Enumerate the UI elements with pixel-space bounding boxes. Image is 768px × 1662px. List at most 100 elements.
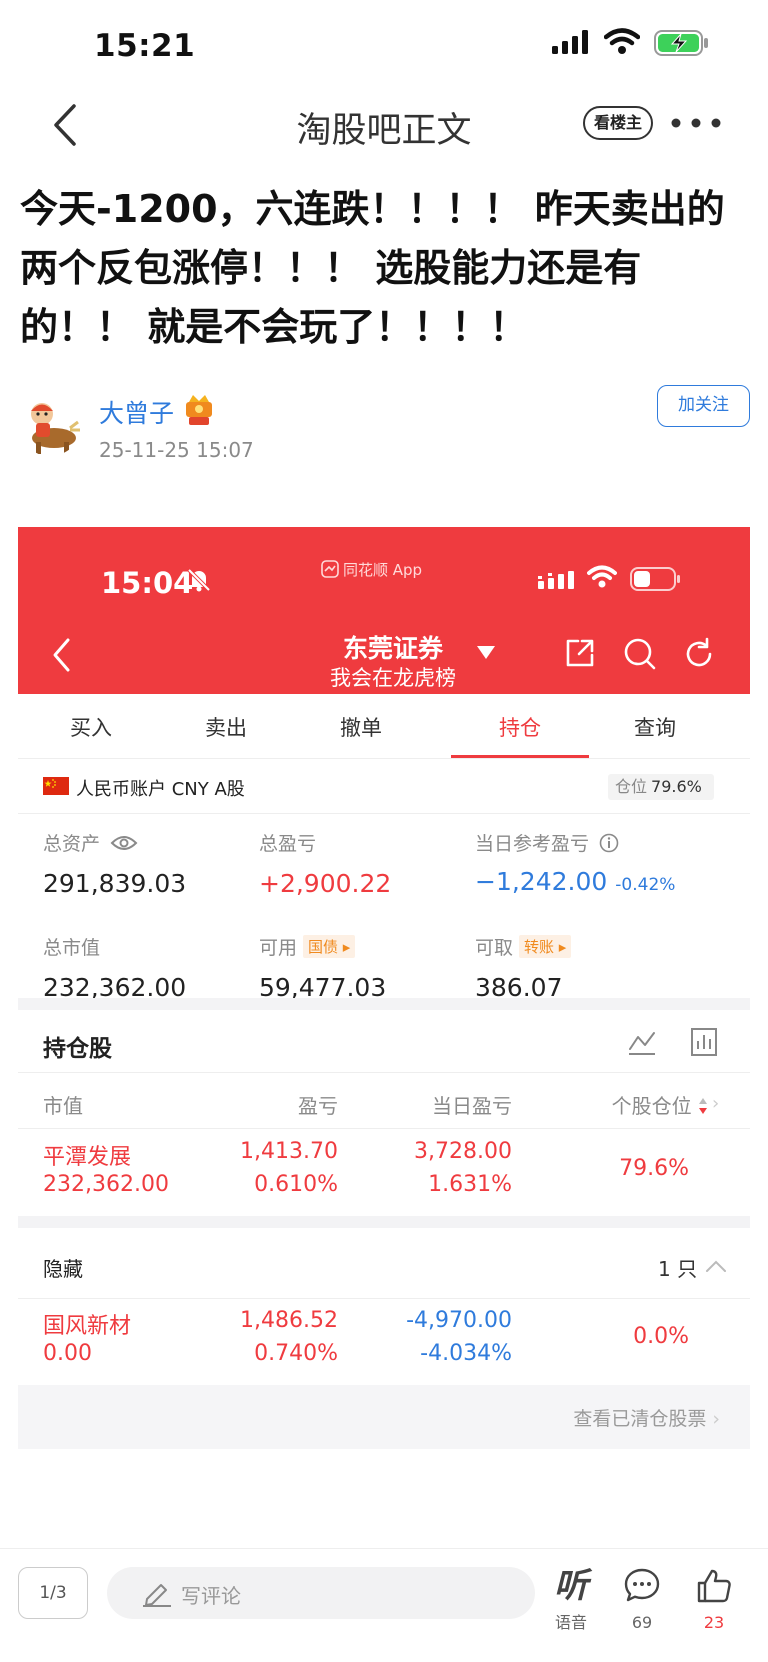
stock-day-pl-percent: -4.034% <box>420 1341 512 1366</box>
china-flag-icon <box>43 777 69 795</box>
screenshot-back-icon[interactable] <box>50 637 74 673</box>
battery-icon <box>630 567 680 591</box>
stock-pl: 1,413.70 <box>240 1139 338 1164</box>
col-day-pl: 当日盈亏 <box>432 1094 512 1118</box>
signal-icon <box>538 571 574 589</box>
stock-market-value: 232,362.00 <box>43 1172 169 1197</box>
tab-sell[interactable]: 卖出 <box>166 712 286 742</box>
like-count: 23 <box>703 1613 725 1632</box>
broker-account-name: 我会在龙虎榜 <box>330 666 456 690</box>
stock-weight: 0.0% <box>633 1324 689 1349</box>
screenshot-status-time: 15:04 <box>101 566 194 600</box>
comment-placeholder: 写评论 <box>181 1584 241 1608</box>
total-pl-label: 总盈亏 <box>259 833 317 855</box>
tab-buy[interactable]: 买入 <box>31 712 151 742</box>
bell-muted-icon <box>187 568 211 592</box>
stock-weight: 79.6% <box>619 1156 689 1181</box>
comment-bubble-icon <box>624 1568 660 1602</box>
available-label: 可用 国债 ▸ <box>259 933 356 960</box>
search-icon[interactable] <box>623 637 657 671</box>
stock-pl-percent: 0.740% <box>254 1341 338 1366</box>
total-assets-label: 总资产 <box>43 829 138 856</box>
total-assets-value: 291,839.03 <box>43 869 187 898</box>
listen-label: 语音 <box>554 1613 587 1632</box>
tab-query[interactable]: 查询 <box>595 712 715 742</box>
thumbs-up-icon <box>697 1569 731 1603</box>
pen-icon <box>143 1584 171 1607</box>
like-button[interactable]: 23 <box>684 1567 744 1632</box>
day-pl-label: 当日参考盈亏 <box>475 829 619 856</box>
stock-day-pl: -4,970.00 <box>406 1308 512 1333</box>
view-op-only-button[interactable]: 看楼主 <box>583 106 653 140</box>
day-pl-value: −1,242.00 -0.42% <box>475 867 676 896</box>
embedded-screenshot: 15:04 同花顺 App 东莞证券 我会在龙虎榜 买入 卖出 撤单 持仓 查询… <box>18 527 750 1535</box>
sort-arrows-icon[interactable] <box>698 1097 708 1115</box>
position-ratio-chip: 仓位 79.6% <box>608 774 714 800</box>
row-divider <box>18 1128 750 1129</box>
bottom-bar: 1/3 写评论 听 语音 69 23 <box>0 1548 768 1662</box>
nav-bar: 淘股吧正文 看楼主 <box>0 90 768 160</box>
app-name: 同花顺 App <box>343 561 423 579</box>
wifi-icon <box>604 28 640 54</box>
stock-market-value: 0.00 <box>43 1341 92 1366</box>
share-icon[interactable] <box>564 637 596 669</box>
cleared-stocks-row: 查看已清仓股票 › <box>18 1385 750 1449</box>
refresh-icon[interactable] <box>682 637 716 671</box>
col-weight[interactable]: 个股仓位 <box>558 1090 708 1119</box>
holdings-title: 持仓股 <box>43 1036 112 1062</box>
stock-name: 平潭发展 <box>43 1145 132 1170</box>
author-name[interactable]: 大曾子 <box>99 394 174 430</box>
market-value-label: 总市值 <box>43 937 101 959</box>
hidden-count[interactable]: 1 只 <box>658 1253 697 1282</box>
post-timestamp: 25-11-25 15:07 <box>99 438 254 462</box>
battery-charging-icon <box>654 30 708 56</box>
wifi-icon <box>587 565 617 588</box>
row-divider <box>18 1072 750 1073</box>
more-dots-icon[interactable] <box>668 108 724 138</box>
chevron-right-icon: › <box>712 1408 720 1430</box>
status-bar: 15:21 <box>0 0 768 90</box>
total-pl-value: +2,900.22 <box>259 869 392 898</box>
row-divider <box>18 1298 750 1299</box>
line-chart-icon[interactable] <box>627 1027 657 1057</box>
comment-count: 69 <box>631 1613 653 1632</box>
follow-button[interactable]: 加关注 <box>657 385 750 427</box>
stock-name: 国风新材 <box>43 1314 132 1339</box>
listen-button[interactable]: 听 语音 <box>541 1567 601 1633</box>
cellular-signal-icon <box>552 30 588 54</box>
stock-pl: 1,486.52 <box>240 1308 338 1333</box>
transfer-chip[interactable]: 转账 ▸ <box>519 935 572 958</box>
page-indicator[interactable]: 1/3 <box>18 1567 88 1619</box>
bar-chart-icon[interactable] <box>690 1027 718 1057</box>
view-cleared-stocks-link[interactable]: 查看已清仓股票 › <box>573 1404 720 1431</box>
tab-holdings[interactable]: 持仓 <box>460 712 580 742</box>
info-icon[interactable] <box>599 833 619 853</box>
col-market-value: 市值 <box>43 1094 83 1118</box>
active-tab-indicator <box>451 755 589 758</box>
trade-tabs: 买入 卖出 撤单 持仓 查询 <box>18 694 750 759</box>
chevron-up-icon[interactable] <box>705 1259 727 1273</box>
comment-input[interactable]: 写评论 <box>107 1567 535 1619</box>
account-row: 人民币账户 CNY A股 仓位 79.6% <box>18 759 750 814</box>
col-pl: 盈亏 <box>298 1094 338 1118</box>
eye-icon[interactable] <box>110 834 138 852</box>
dropdown-triangle-icon[interactable] <box>476 644 496 660</box>
broker-name[interactable]: 东莞证券 <box>288 629 498 665</box>
badge-icon <box>186 395 212 425</box>
post-title: 今天-1200，六连跌！！！！ 昨天卖出的两个反包涨停！！！ 选股能力还是有的！… <box>20 187 725 349</box>
treasury-chip[interactable]: 国债 ▸ <box>303 935 356 958</box>
status-time: 15:21 <box>94 28 196 64</box>
hidden-section-label: 隐藏 <box>43 1257 83 1281</box>
screenshot-header: 15:04 同花顺 App 东莞证券 我会在龙虎榜 <box>18 527 750 694</box>
withdrawable-label: 可取 转账 ▸ <box>475 933 572 960</box>
author-avatar[interactable] <box>18 392 82 456</box>
comments-button[interactable]: 69 <box>612 1567 672 1632</box>
section-divider <box>18 998 750 1010</box>
stock-pl-percent: 0.610% <box>254 1172 338 1197</box>
position-ratio-label: 仓位 <box>615 777 648 796</box>
tab-cancel[interactable]: 撤单 <box>301 712 421 742</box>
position-ratio-value: 79.6% <box>651 777 702 796</box>
scroll-right-hint-icon: › <box>712 1093 720 1114</box>
listen-icon: 听 <box>554 1566 588 1606</box>
account-label[interactable]: 人民币账户 CNY A股 <box>76 775 245 801</box>
